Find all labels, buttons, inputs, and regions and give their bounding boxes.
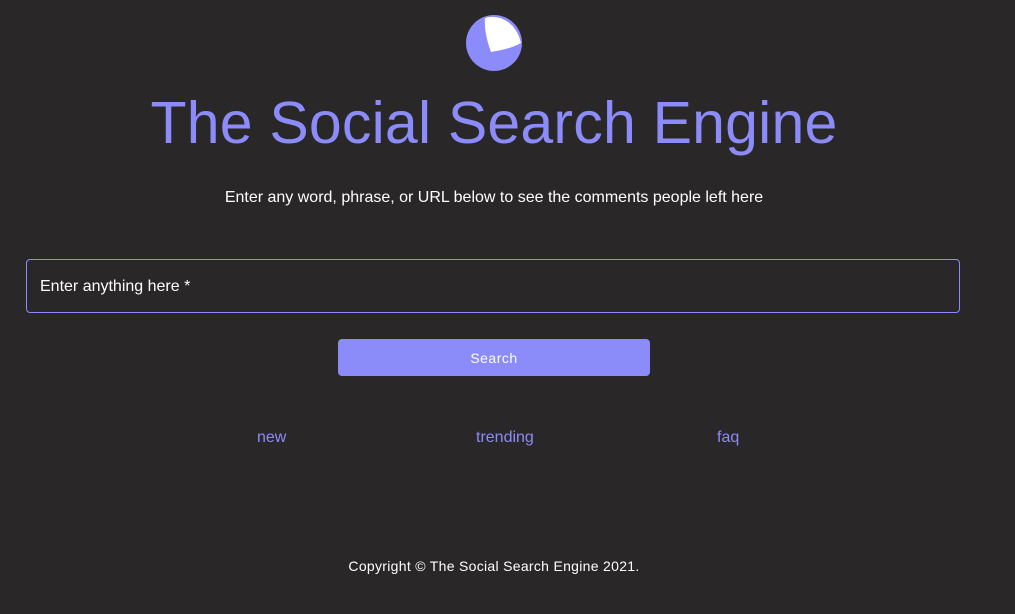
page-subtitle: Enter any word, phrase, or URL below to …	[224, 189, 764, 206]
footer-copyright: Copyright © The Social Search Engine 202…	[348, 558, 640, 574]
page-title: The Social Search Engine	[150, 90, 838, 156]
nav-link-trending[interactable]: trending	[476, 428, 534, 448]
nav-link-new[interactable]: new	[257, 428, 286, 448]
search-field[interactable]: Enter anything here *	[26, 259, 960, 313]
search-input[interactable]	[27, 260, 959, 312]
search-button[interactable]: Search	[338, 339, 650, 376]
page: The Social Search Engine Enter any word,…	[0, 0, 1015, 614]
nav-link-faq[interactable]: faq	[717, 428, 739, 448]
moon-logo-icon	[466, 15, 522, 71]
